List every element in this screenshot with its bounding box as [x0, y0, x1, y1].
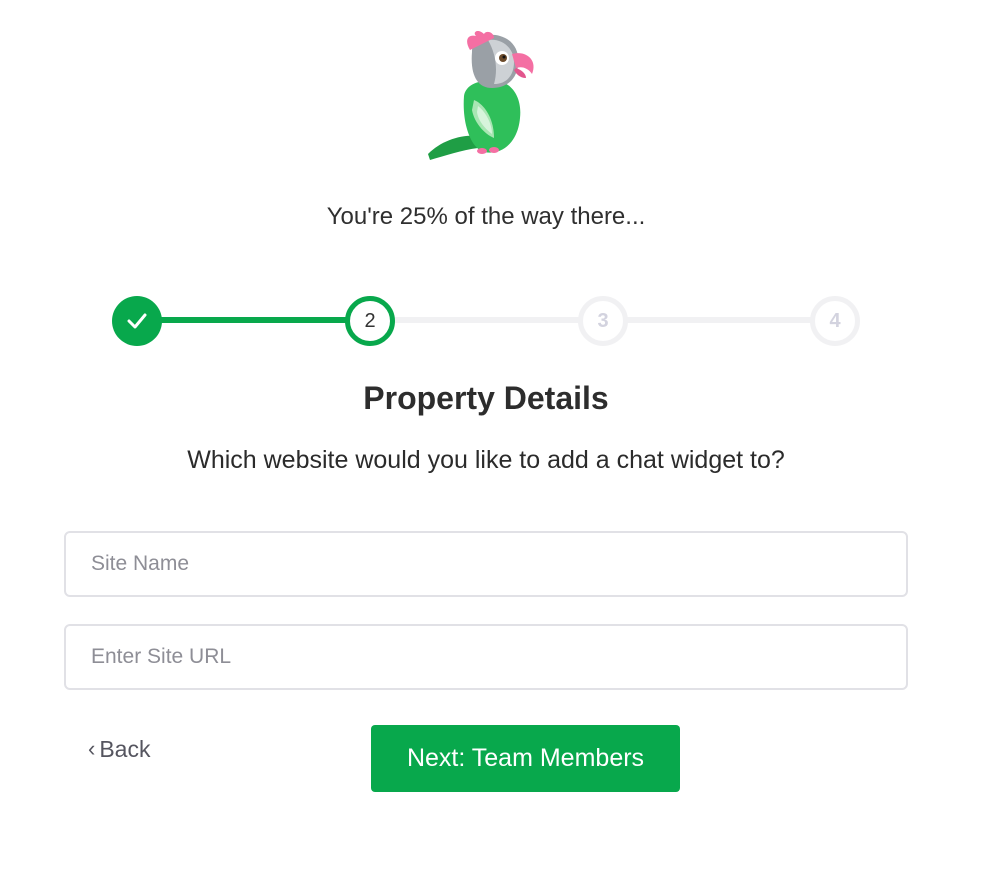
site-name-input[interactable] — [64, 531, 908, 597]
step-2-current: 2 — [345, 296, 395, 346]
check-icon — [127, 313, 147, 329]
step-4-upcoming: 4 — [810, 296, 860, 346]
site-url-input[interactable] — [64, 624, 908, 690]
progress-stepper: 2 3 4 — [0, 0, 1004, 380]
next-team-members-button[interactable]: Next: Team Members — [371, 725, 680, 792]
chevron-left-icon: ‹ — [88, 735, 96, 761]
progress-track-complete — [150, 317, 370, 323]
back-label: Back — [99, 736, 151, 762]
step-1-complete — [112, 296, 162, 346]
section-title: Property Details — [363, 380, 609, 416]
section-subtitle: Which website would you like to add a ch… — [187, 446, 785, 474]
back-link[interactable]: ‹ Back — [88, 736, 150, 763]
step-3-upcoming: 3 — [578, 296, 628, 346]
